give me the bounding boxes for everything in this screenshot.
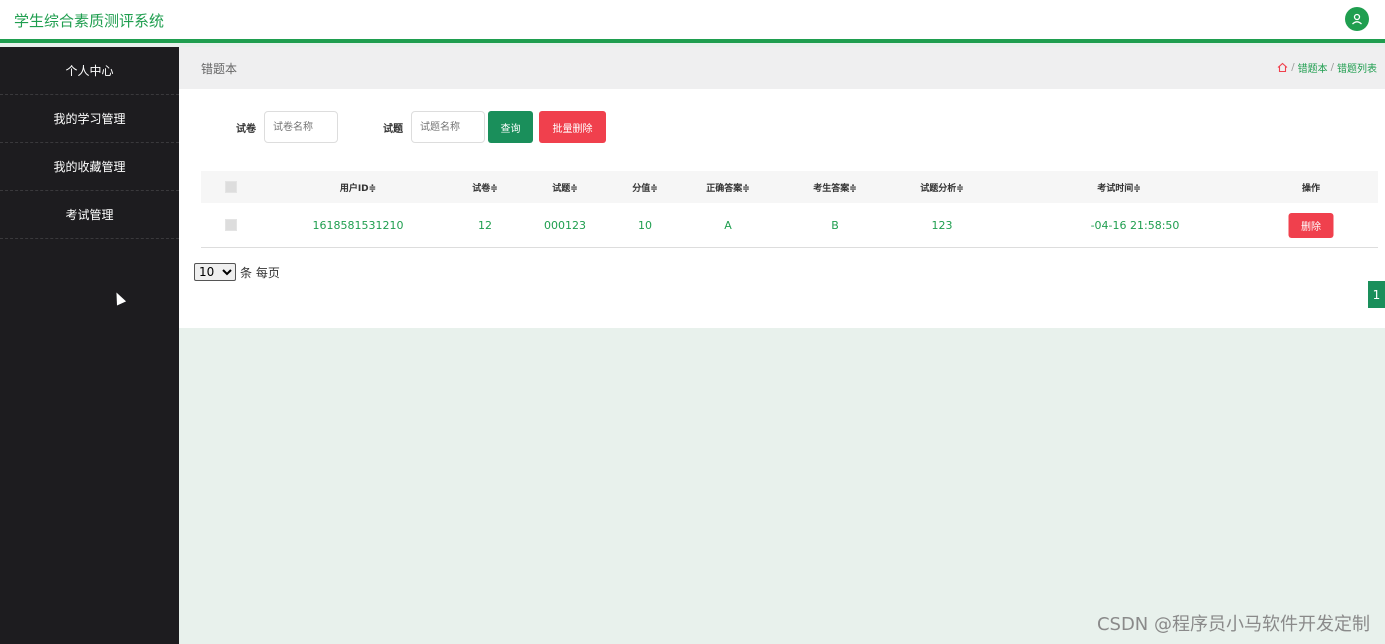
table-row: 1618581531210 12 000123 10 A B 123 -04-1… <box>201 203 1378 247</box>
sidebar-item-favorites[interactable]: 我的收藏管理 <box>0 143 179 191</box>
delete-button[interactable]: 删除 <box>1288 212 1334 238</box>
cell-correct-answer: A <box>724 218 732 232</box>
paper-name-input[interactable] <box>264 111 338 143</box>
question-name-input[interactable] <box>411 111 485 143</box>
top-header: 学生综合素质测评系统 <box>0 0 1385 43</box>
sidebar-item-label: 我的学习管理 <box>53 112 126 126</box>
page-size-select[interactable]: 10 <box>194 263 236 281</box>
cell-question: 000123 <box>544 218 586 232</box>
sidebar-item-label: 个人中心 <box>65 64 114 78</box>
content-header: 错题本 / 错题本 / 错题列表 <box>179 47 1385 89</box>
breadcrumb: / 错题本 / 错题列表 <box>1277 60 1377 75</box>
question-label: 试题 <box>383 123 403 135</box>
column-header-analysis[interactable]: 试题分析≑ <box>920 171 964 203</box>
watermark: CSDN @程序员小马软件开发定制 <box>1096 614 1370 635</box>
breadcrumb-item[interactable]: 错题本 <box>1298 60 1328 75</box>
column-header-question[interactable]: 试题≑ <box>552 171 578 203</box>
page-size-control: 10 条 每页 <box>194 263 280 281</box>
page-number-button[interactable]: 1 <box>1368 281 1385 308</box>
breadcrumb-separator: / <box>1330 62 1334 73</box>
cell-exam-time: -04-16 21:58:50 <box>1090 218 1180 232</box>
user-avatar[interactable] <box>1345 7 1369 31</box>
cell-action: 删除 <box>1288 203 1334 247</box>
batch-delete-button[interactable]: 批量删除 <box>539 111 606 143</box>
checkbox-box[interactable] <box>225 181 237 193</box>
breadcrumb-item: 错题列表 <box>1337 64 1377 75</box>
cell-score: 10 <box>638 218 652 232</box>
column-header-score[interactable]: 分值≑ <box>632 171 658 203</box>
mouse-cursor-icon <box>111 290 127 306</box>
column-header-user-id[interactable]: 用户ID≑ <box>340 171 376 203</box>
data-table: 用户ID≑ 试卷≑ 试题≑ 分值≑ 正确答案≑ 考生答案≑ 试题分析≑ 考试时间… <box>201 171 1378 248</box>
column-header-exam-time[interactable]: 考试时间≑ <box>1097 171 1141 203</box>
question-search: 试题 <box>383 111 485 143</box>
cell-analysis: 123 <box>931 218 953 232</box>
page-title: 错题本 <box>201 62 238 76</box>
checkbox-box[interactable] <box>225 219 237 231</box>
sidebar-item-study[interactable]: 我的学习管理 <box>0 95 179 143</box>
row-checkbox[interactable] <box>225 203 237 247</box>
column-header-student-answer[interactable]: 考生答案≑ <box>813 171 857 203</box>
cell-paper: 12 <box>478 218 492 232</box>
paper-search: 试卷 <box>236 111 338 143</box>
column-header-paper[interactable]: 试卷≑ <box>472 171 498 203</box>
sidebar-item-label: 我的收藏管理 <box>53 160 126 174</box>
user-icon <box>1352 13 1362 25</box>
sidebar: 个人中心 我的学习管理 我的收藏管理 考试管理 <box>0 47 179 644</box>
table-header: 用户ID≑ 试卷≑ 试题≑ 分值≑ 正确答案≑ 考生答案≑ 试题分析≑ 考试时间… <box>201 171 1378 203</box>
app-title: 学生综合素质测评系统 <box>14 12 165 30</box>
content-panel: 试卷 试题 查询 批量删除 用户ID≑ 试卷≑ 试题≑ 分值≑ 正确答案≑ 考生… <box>179 89 1385 328</box>
page-size-suffix: 条 每页 <box>240 265 280 280</box>
sidebar-item-exam[interactable]: 考试管理 <box>0 191 179 239</box>
cell-user-id: 1618581531210 <box>312 218 404 232</box>
select-all-checkbox[interactable] <box>225 171 237 203</box>
breadcrumb-separator: / <box>1291 62 1295 73</box>
sidebar-item-profile[interactable]: 个人中心 <box>0 47 179 95</box>
sidebar-item-label: 考试管理 <box>65 208 114 222</box>
column-header-correct-answer[interactable]: 正确答案≑ <box>706 171 750 203</box>
home-icon[interactable] <box>1277 62 1288 73</box>
paper-label: 试卷 <box>236 123 256 135</box>
query-button[interactable]: 查询 <box>488 111 533 143</box>
cell-student-answer: B <box>831 218 839 232</box>
column-header-action: 操作 <box>1301 183 1321 194</box>
